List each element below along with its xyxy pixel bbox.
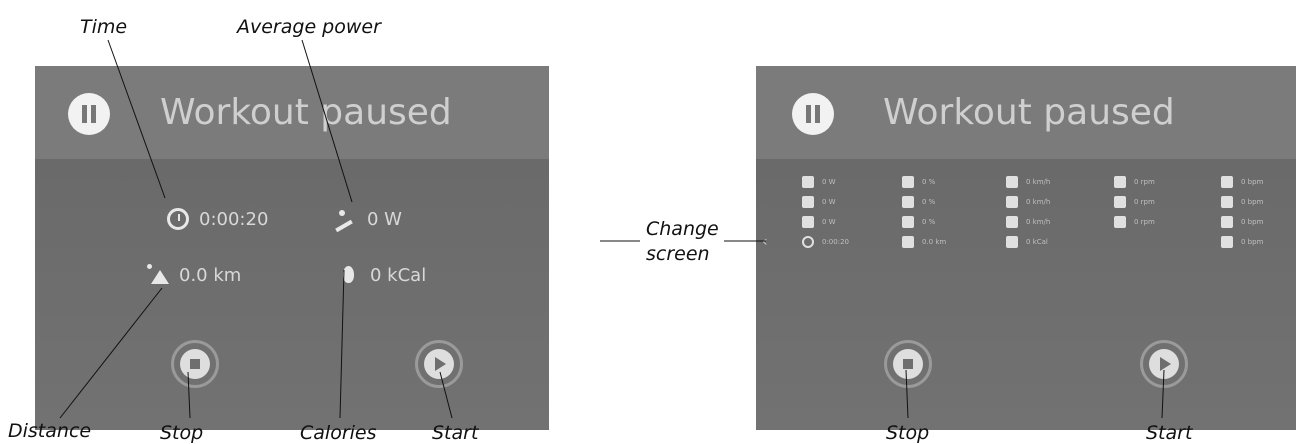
label-distance: Distance <box>8 420 92 442</box>
label-calories: Calories <box>300 422 377 444</box>
label-stop-right: Stop <box>886 422 930 444</box>
label-average-power: Average power <box>237 16 381 38</box>
calories-leader <box>339 269 345 419</box>
label-start-left: Start <box>432 422 479 444</box>
label-stop-left: Stop <box>160 422 204 444</box>
start-leader-left <box>439 371 453 419</box>
average-power-leader <box>301 39 353 203</box>
label-start-right: Start <box>1146 422 1193 444</box>
time-leader <box>107 39 166 199</box>
label-screen: screen <box>646 243 710 265</box>
label-time: Time <box>80 16 128 38</box>
stop-leader-left <box>187 371 191 419</box>
start-leader-right <box>1161 369 1165 419</box>
stop-leader-right <box>905 369 909 419</box>
label-change: Change <box>646 218 719 240</box>
distance-leader <box>59 287 163 419</box>
